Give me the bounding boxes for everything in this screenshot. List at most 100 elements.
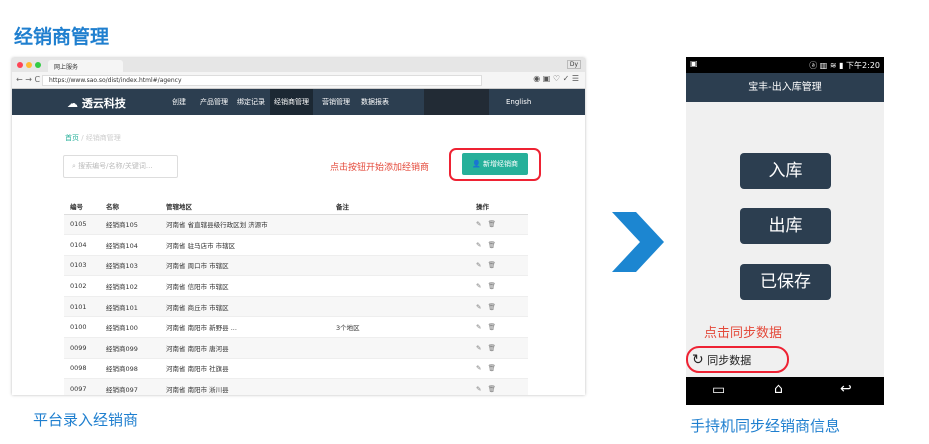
- cell-name: 经销商098: [100, 358, 160, 380]
- trash-icon[interactable]: 🗑: [488, 241, 496, 249]
- recent-apps-icon[interactable]: ▭: [712, 382, 725, 398]
- trash-icon[interactable]: 🗑: [488, 282, 496, 290]
- cell-name: 经销商103: [100, 255, 160, 277]
- trash-icon[interactable]: 🗑: [488, 385, 496, 393]
- edit-icon[interactable]: ✎: [476, 364, 481, 372]
- status-time: ⓐ ▥ ≋ ▮ 下午2:20: [809, 61, 880, 70]
- edit-icon[interactable]: ✎: [476, 385, 481, 393]
- nav-create[interactable]: 创建: [168, 89, 190, 115]
- cell-note: [330, 214, 470, 236]
- cell-region: 河南省 南阳市 新野县 ...: [160, 316, 330, 339]
- cell-region: 河南省 信阳市 市辖区: [160, 275, 330, 297]
- cell-name: 经销商101: [100, 296, 160, 318]
- cell-name: 经销商099: [100, 337, 160, 359]
- edit-icon[interactable]: ✎: [476, 220, 481, 228]
- edit-icon[interactable]: ✎: [476, 303, 481, 311]
- cell-ops: ✎ 🗑: [470, 234, 528, 256]
- table-row: 0099 经销商099 河南省 南阳市 唐河县 ✎ 🗑: [64, 337, 528, 359]
- search-placeholder: 搜索编号/名称/关键词...: [78, 162, 153, 170]
- logo[interactable]: ☁ 透云科技: [67, 95, 126, 111]
- trash-icon[interactable]: 🗑: [488, 323, 496, 331]
- cell-ops: ✎ 🗑: [470, 255, 528, 277]
- trash-icon[interactable]: 🗑: [488, 303, 496, 311]
- saved-button[interactable]: 已保存: [740, 264, 831, 300]
- cell-name: 经销商104: [100, 234, 160, 256]
- cell-ops: ✎ 🗑: [470, 296, 528, 318]
- close-dot[interactable]: [17, 62, 23, 68]
- chevron-right-icon: [612, 212, 664, 272]
- nav-reports[interactable]: 数据报表: [357, 89, 393, 115]
- cell-ops: ✎ 🗑: [470, 337, 528, 359]
- breadcrumb: 首页 / 经销商管理: [65, 134, 121, 142]
- trash-icon[interactable]: 🗑: [488, 344, 496, 352]
- cell-name: 经销商100: [100, 316, 160, 339]
- inbound-button[interactable]: 入库: [740, 153, 831, 189]
- clock: 下午2:20: [846, 61, 880, 70]
- nav-arrows-icon[interactable]: ← → C: [16, 75, 40, 84]
- cell-name: 经销商097: [100, 378, 160, 395]
- top-nav: ☁ 透云科技 创建 产品管理 绑定记录 经销商管理 营销管理 数据报表 Engl…: [12, 89, 585, 115]
- cell-ops: ✎ 🗑: [470, 358, 528, 380]
- col-note: 备注: [330, 198, 470, 215]
- trash-icon[interactable]: 🗑: [488, 261, 496, 269]
- language-toggle[interactable]: English: [502, 89, 535, 115]
- nav-marketing[interactable]: 营销管理: [318, 89, 354, 115]
- cell-ops: ✎ 🗑: [470, 214, 528, 236]
- logo-text: 透云科技: [81, 97, 126, 110]
- cell-region: 河南省 周口市 市辖区: [160, 255, 330, 277]
- table-row: 0105 经销商105 河南省 省直辖县级行政区划 济源市 ✎ 🗑: [64, 214, 528, 236]
- cell-region: 河南省 省直辖县级行政区划 济源市: [160, 214, 330, 236]
- caption-handheld: 手持机同步经销商信息: [690, 417, 841, 435]
- nav-products[interactable]: 产品管理: [196, 89, 232, 115]
- cell-ops: ✎ 🗑: [470, 378, 528, 395]
- search-input[interactable]: ⌕ 搜索编号/名称/关键词...: [63, 155, 178, 178]
- cell-id: 0103: [64, 255, 100, 277]
- cell-note: 3个地区: [330, 316, 470, 339]
- cell-id: 0102: [64, 275, 100, 297]
- edit-icon[interactable]: ✎: [476, 323, 481, 331]
- image-icon: ▣: [690, 59, 698, 68]
- browser-tab[interactable]: 网上服务: [48, 60, 123, 72]
- table-row: 0104 经销商104 河南省 驻马店市 市辖区 ✎ 🗑: [64, 234, 528, 256]
- cell-id: 0101: [64, 296, 100, 318]
- table-row: 0098 经销商098 河南省 南阳市 社旗县 ✎ 🗑: [64, 358, 528, 380]
- edit-icon[interactable]: ✎: [476, 241, 481, 249]
- table-row: 0102 经销商102 河南省 信阳市 市辖区 ✎ 🗑: [64, 275, 528, 297]
- outbound-button[interactable]: 出库: [740, 208, 831, 244]
- cell-id: 0099: [64, 337, 100, 359]
- cell-region: 河南省 驻马店市 市辖区: [160, 234, 330, 256]
- home-icon[interactable]: ⌂: [774, 381, 783, 397]
- cell-note: [330, 275, 470, 297]
- android-nav-bar: ▭ ⌂ ↩: [686, 377, 884, 405]
- col-name: 名称: [100, 198, 160, 215]
- profile-button[interactable]: Dy: [566, 60, 581, 69]
- url-input[interactable]: https://www.sao.so/dist/index.html#/agen…: [42, 75, 482, 86]
- sync-hint: 点击同步数据: [704, 326, 783, 341]
- col-id: 编号: [64, 198, 100, 215]
- back-icon[interactable]: ↩: [840, 381, 852, 397]
- edit-icon[interactable]: ✎: [476, 282, 481, 290]
- edit-icon[interactable]: ✎: [476, 344, 481, 352]
- tab-label: 网上服务: [54, 64, 79, 71]
- cell-id: 0100: [64, 316, 100, 339]
- breadcrumb-home[interactable]: 首页: [65, 134, 79, 142]
- highlight-ring: [449, 148, 541, 181]
- cell-ops: ✎ 🗑: [470, 275, 528, 297]
- trash-icon[interactable]: 🗑: [488, 220, 496, 228]
- cell-note: [330, 255, 470, 277]
- table-row: 0100 经销商100 河南省 南阳市 新野县 ... 3个地区 ✎ 🗑: [64, 316, 528, 339]
- cell-region: 河南省 南阳市 社旗县: [160, 358, 330, 380]
- app-title: 宝丰-出入库管理: [686, 73, 884, 102]
- cell-region: 河南省 商丘市 市辖区: [160, 296, 330, 318]
- nav-bindings[interactable]: 绑定记录: [233, 89, 269, 115]
- nav-blank: [424, 89, 489, 115]
- edit-icon[interactable]: ✎: [476, 261, 481, 269]
- nav-agency[interactable]: 经销商管理: [270, 89, 313, 115]
- cell-region: 河南省 南阳市 唐河县: [160, 337, 330, 359]
- maximize-dot[interactable]: [35, 62, 41, 68]
- minimize-dot[interactable]: [26, 62, 32, 68]
- trash-icon[interactable]: 🗑: [488, 364, 496, 372]
- cell-note: [330, 337, 470, 359]
- agency-table: 编号 名称 管辖地区 备注 操作 0105 经销商105 河南省 省直辖县级行政区划…: [64, 198, 528, 395]
- extension-icons[interactable]: ◉ ▣ ♡ ✓ ☰: [533, 74, 579, 83]
